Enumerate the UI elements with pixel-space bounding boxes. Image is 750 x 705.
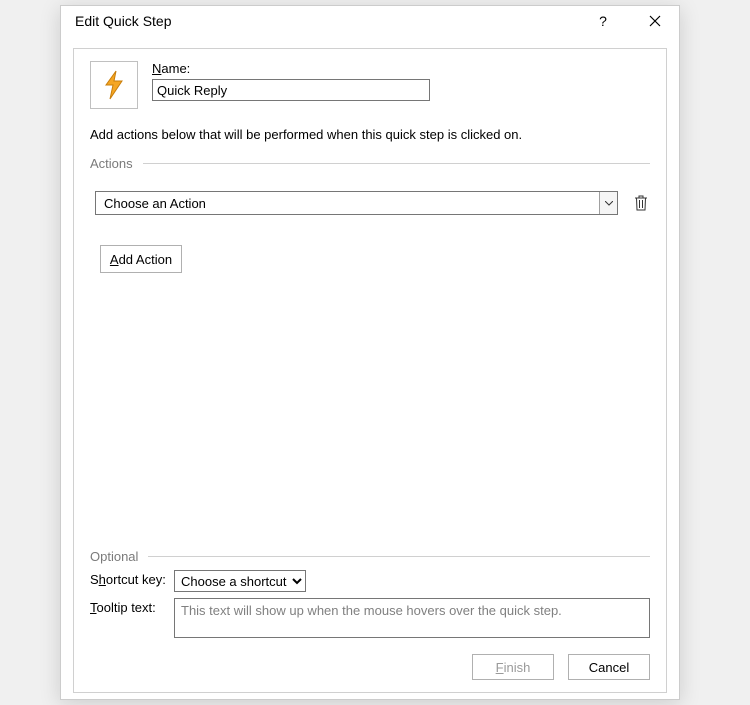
trash-icon — [634, 195, 648, 211]
delete-action-button[interactable] — [632, 193, 650, 213]
action-select-dropdown-button[interactable] — [599, 192, 617, 214]
finish-button[interactable]: Finish — [472, 654, 554, 680]
spacer — [90, 273, 650, 535]
optional-section-header: Optional — [90, 549, 650, 564]
content-frame: Name: Add actions below that will be per… — [73, 48, 667, 693]
action-row: Choose an Action — [95, 191, 650, 215]
action-select[interactable]: Choose an Action — [95, 191, 618, 215]
shortcut-label: Shortcut key: — [90, 570, 174, 587]
lightning-icon — [98, 69, 130, 101]
dialog-title: Edit Quick Step — [75, 13, 172, 29]
chevron-down-icon — [605, 201, 613, 206]
tooltip-label: Tooltip text: — [90, 598, 174, 615]
quick-step-icon-button[interactable] — [90, 61, 138, 109]
optional-section-label: Optional — [90, 549, 138, 564]
actions-section-header: Actions — [90, 156, 650, 171]
name-input[interactable] — [152, 79, 430, 101]
divider — [143, 163, 650, 164]
edit-quick-step-dialog: Edit Quick Step ? Name: Add actions belo… — [60, 5, 680, 700]
titlebar: Edit Quick Step ? — [61, 6, 679, 36]
action-select-value: Choose an Action — [96, 196, 214, 211]
titlebar-controls: ? — [591, 9, 671, 33]
name-label: Name: — [152, 61, 430, 76]
instruction-text: Add actions below that will be performed… — [90, 127, 650, 142]
optional-section: Optional Shortcut key: Choose a shortcut… — [90, 535, 650, 680]
actions-section-label: Actions — [90, 156, 133, 171]
tooltip-row: Tooltip text: — [90, 598, 650, 638]
shortcut-row: Shortcut key: Choose a shortcut — [90, 570, 650, 592]
divider — [148, 556, 650, 557]
help-button[interactable]: ? — [591, 9, 615, 33]
close-button[interactable] — [643, 9, 667, 33]
name-row: Name: — [90, 61, 650, 109]
shortcut-select[interactable]: Choose a shortcut — [174, 570, 306, 592]
name-fields: Name: — [152, 61, 430, 101]
cancel-button[interactable]: Cancel — [568, 654, 650, 680]
tooltip-input[interactable] — [174, 598, 650, 638]
close-icon — [649, 15, 661, 27]
add-action-button[interactable]: Add Action — [100, 245, 182, 273]
dialog-button-row: Finish Cancel — [90, 654, 650, 680]
